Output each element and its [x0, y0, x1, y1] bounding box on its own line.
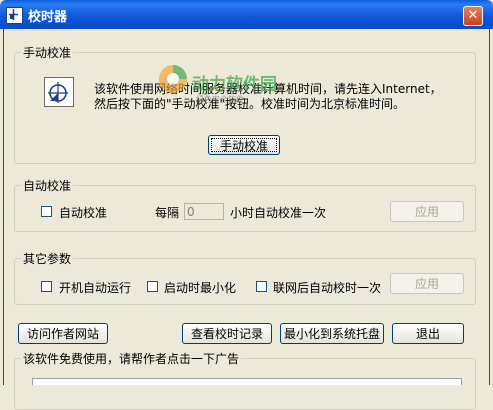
view-sync-log-button[interactable]: 查看校时记录 — [182, 323, 272, 344]
other-apply-button[interactable]: 应用 — [390, 273, 464, 294]
clock-sync-icon — [44, 77, 74, 107]
manual-sync-legend: 手动校准 — [23, 46, 72, 60]
close-button[interactable]: ✕ — [463, 6, 483, 26]
auto-sync-label: 自动校准 — [59, 206, 108, 220]
sync-on-connect-label: 联网后自动校时一次 — [273, 281, 382, 295]
visit-author-site-button[interactable]: 访问作者网站 — [18, 323, 108, 344]
autostart-checkbox[interactable] — [41, 281, 52, 292]
title-bar[interactable]: 校时器 ✕ — [0, 0, 493, 29]
window-title: 校时器 — [28, 10, 68, 25]
interval-input[interactable] — [184, 203, 224, 220]
start-minimized-label: 启动时最小化 — [164, 281, 237, 295]
sync-on-connect-checkbox[interactable] — [256, 281, 267, 292]
exit-button[interactable]: 退出 — [392, 323, 464, 344]
clock-app-icon — [6, 7, 23, 24]
other-params-legend: 其它参数 — [23, 252, 72, 266]
auto-sync-legend: 自动校准 — [23, 179, 72, 193]
manual-sync-button[interactable]: 手动校准 — [208, 135, 280, 155]
watermark-subtext: 绿色安全软件 — [196, 95, 244, 104]
interval-prefix-label: 每隔 — [155, 206, 180, 220]
ad-banner[interactable] — [32, 378, 462, 385]
auto-sync-checkbox[interactable] — [41, 206, 52, 217]
start-minimized-checkbox[interactable] — [147, 281, 158, 292]
watermark-logo: 动力软件园 绿色安全软件 — [156, 62, 306, 112]
ad-legend: 该软件免费使用，请帮作者点击一下广告 — [23, 352, 240, 366]
auto-apply-button[interactable]: 应用 — [390, 201, 464, 222]
minimize-to-tray-button[interactable]: 最小化到系统托盘 — [280, 323, 384, 344]
autostart-label: 开机自动运行 — [59, 281, 132, 295]
watermark-text: 动力软件园 — [192, 75, 277, 95]
interval-suffix-label: 小时自动校准一次 — [230, 206, 327, 220]
